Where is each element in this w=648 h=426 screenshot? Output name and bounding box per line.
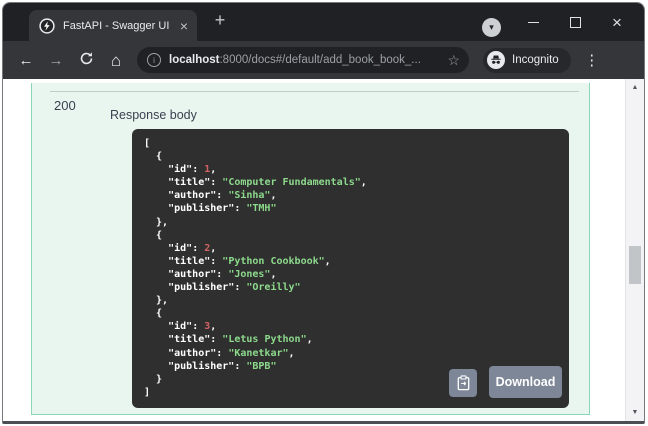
screenshot-root: FastAPI - Swagger UI × + ▾ × ← → ⌂ i loc… bbox=[0, 0, 648, 426]
scroll-down-icon[interactable]: ▼ bbox=[626, 409, 644, 416]
url-text[interactable]: localhost:8000/docs#/default/add_book_bo… bbox=[169, 54, 439, 66]
download-button[interactable]: Download bbox=[489, 366, 562, 398]
reload-icon bbox=[80, 52, 92, 65]
page-scrollbar[interactable]: ▲ ▼ bbox=[625, 79, 644, 421]
close-window-button[interactable]: × bbox=[596, 3, 638, 41]
browser-toolbar: ← → ⌂ i localhost:8000/docs#/default/add… bbox=[3, 41, 644, 79]
forward-button[interactable]: → bbox=[41, 53, 71, 68]
new-tab-button[interactable]: + bbox=[210, 11, 230, 29]
clipboard-icon bbox=[457, 375, 469, 391]
url-path: :8000/docs#/default/add_book_book_... bbox=[219, 54, 421, 66]
scroll-up-icon[interactable]: ▲ bbox=[626, 84, 644, 91]
reload-button[interactable] bbox=[71, 51, 101, 69]
response-body-label: Response body bbox=[110, 108, 197, 122]
minimize-button[interactable] bbox=[512, 3, 554, 41]
minimize-icon bbox=[527, 21, 539, 23]
page-content: 200 Response body [ { "id": 1, "title": … bbox=[3, 79, 644, 421]
incognito-badge: Incognito bbox=[483, 47, 571, 73]
incognito-label: Incognito bbox=[512, 54, 559, 66]
browser-window: FastAPI - Swagger UI × + ▾ × ← → ⌂ i loc… bbox=[2, 2, 645, 424]
scrollbar-thumb[interactable] bbox=[629, 246, 641, 284]
response-body-block: [ { "id": 1, "title": "Computer Fundamen… bbox=[132, 129, 569, 408]
swagger-response-section: 200 Response body [ { "id": 1, "title": … bbox=[31, 83, 590, 415]
tab-search-button[interactable]: ▾ bbox=[482, 18, 501, 37]
incognito-icon bbox=[487, 51, 505, 69]
maximize-button[interactable] bbox=[554, 3, 596, 41]
response-json: [ { "id": 1, "title": "Computer Fundamen… bbox=[144, 138, 367, 398]
chevron-down-icon: ▾ bbox=[489, 22, 494, 32]
section-divider bbox=[50, 91, 579, 92]
bookmark-star-icon[interactable]: ☆ bbox=[447, 53, 460, 67]
home-button[interactable]: ⌂ bbox=[101, 52, 131, 69]
maximize-icon bbox=[569, 16, 581, 28]
tab-title: FastAPI - Swagger UI bbox=[63, 19, 170, 32]
window-controls: × bbox=[512, 3, 638, 41]
browser-tab-fastapi[interactable]: FastAPI - Swagger UI × bbox=[29, 10, 197, 41]
menu-icon[interactable]: ⋮ bbox=[582, 51, 602, 69]
response-status-code: 200 bbox=[54, 98, 76, 113]
url-host: localhost bbox=[169, 54, 220, 66]
site-info-icon[interactable]: i bbox=[147, 53, 161, 67]
close-icon: × bbox=[612, 12, 622, 32]
address-bar[interactable]: i localhost:8000/docs#/default/add_book_… bbox=[137, 47, 469, 73]
fastapi-favicon-icon bbox=[39, 17, 55, 34]
copy-to-clipboard-button[interactable] bbox=[449, 369, 477, 397]
tab-strip: FastAPI - Swagger UI × + ▾ × bbox=[3, 3, 644, 41]
tab-close-icon[interactable]: × bbox=[180, 19, 188, 33]
back-button[interactable]: ← bbox=[11, 53, 41, 68]
